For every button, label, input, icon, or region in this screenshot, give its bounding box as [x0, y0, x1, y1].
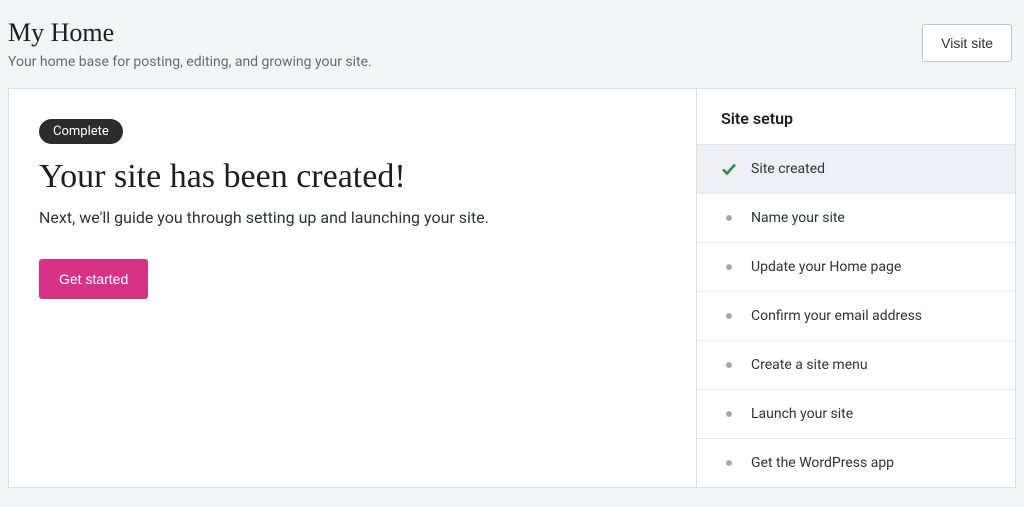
- dot-icon: [721, 455, 737, 471]
- dot-icon: [721, 357, 737, 373]
- setup-step-label: Confirm your email address: [751, 308, 922, 324]
- setup-step-label: Create a site menu: [751, 357, 868, 373]
- page-title: My Home: [8, 18, 372, 48]
- setup-step-2[interactable]: Update your Home page: [697, 242, 1015, 291]
- setup-list: Site created Name your site Update your Ho…: [697, 144, 1015, 487]
- hero-subtitle: Next, we'll guide you through setting up…: [39, 208, 666, 227]
- setup-step-6[interactable]: Get the WordPress app: [697, 438, 1015, 487]
- hero-title: Your site has been created!: [39, 158, 666, 196]
- setup-step-5[interactable]: Launch your site: [697, 389, 1015, 438]
- status-badge: Complete: [39, 119, 123, 144]
- setup-card: Site setup Site created Name your site Upd…: [696, 88, 1016, 488]
- hero-card: Complete Your site has been created! Nex…: [8, 88, 696, 488]
- setup-title: Site setup: [697, 89, 1015, 144]
- setup-step-label: Update your Home page: [751, 259, 901, 275]
- setup-step-label: Site created: [751, 161, 825, 177]
- page-subtitle: Your home base for posting, editing, and…: [8, 54, 372, 70]
- setup-step-4[interactable]: Create a site menu: [697, 340, 1015, 389]
- visit-site-button[interactable]: Visit site: [922, 24, 1012, 62]
- page-header-text: My Home Your home base for posting, edit…: [8, 18, 372, 70]
- dot-icon: [721, 210, 737, 226]
- setup-step-0[interactable]: Site created: [697, 144, 1015, 193]
- check-icon: [721, 161, 737, 177]
- setup-step-1[interactable]: Name your site: [697, 193, 1015, 242]
- setup-step-label: Get the WordPress app: [751, 455, 894, 471]
- get-started-button[interactable]: Get started: [39, 259, 148, 299]
- dot-icon: [721, 406, 737, 422]
- page-header: My Home Your home base for posting, edit…: [0, 0, 1024, 88]
- dot-icon: [721, 259, 737, 275]
- main-grid: Complete Your site has been created! Nex…: [0, 88, 1024, 488]
- setup-step-3[interactable]: Confirm your email address: [697, 291, 1015, 340]
- setup-step-label: Launch your site: [751, 406, 853, 422]
- dot-icon: [721, 308, 737, 324]
- setup-step-label: Name your site: [751, 210, 845, 226]
